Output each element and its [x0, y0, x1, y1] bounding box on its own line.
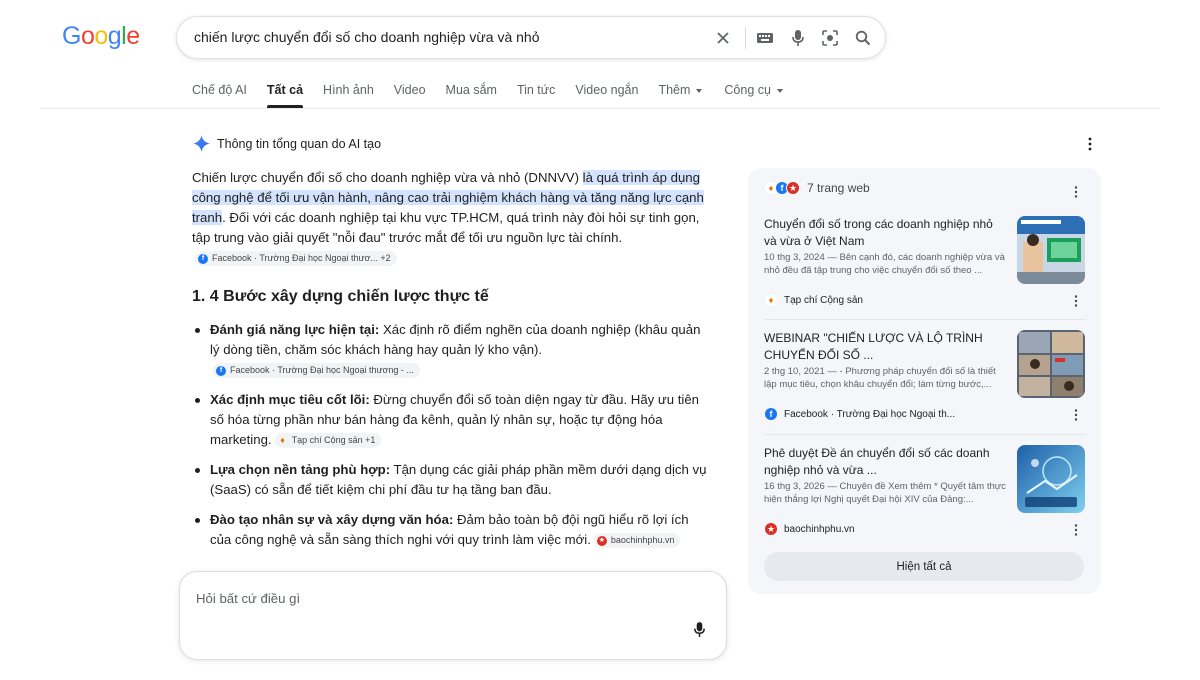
chevron-down-icon: [696, 88, 703, 93]
tab-news[interactable]: Tin tức: [517, 83, 555, 108]
list-item: Đánh giá năng lực hiện tại: Xác định rõ …: [192, 320, 712, 380]
citation-label: Facebook · Trường Đại học Ngoại thươ... …: [212, 253, 391, 264]
source-title[interactable]: WEBINAR "CHIẾN LƯỢC VÀ LỘ TRÌNH CHUYỂN Đ…: [764, 330, 1004, 364]
source-thumbnail[interactable]: [1017, 330, 1085, 398]
tab-label: Công cụ: [724, 83, 771, 97]
search-divider: [745, 27, 746, 49]
citation-label: baochinhphu.vn: [610, 535, 675, 546]
search-icon[interactable]: [852, 27, 874, 49]
citation-chip[interactable]: ★ baochinhphu.vn: [593, 533, 681, 549]
flame-icon: ♦: [280, 435, 285, 446]
tab-tools[interactable]: Công cụ: [724, 83, 783, 108]
source-site[interactable]: ★ baochinhphu.vn: [764, 522, 855, 536]
more-options-icon[interactable]: [1074, 185, 1078, 203]
facebook-icon: f: [198, 253, 208, 264]
search-box[interactable]: chiến lược chuyển đổi số cho doanh nghiệ…: [176, 16, 886, 59]
show-all-button[interactable]: Hiện tất cả: [764, 552, 1084, 581]
flame-icon: ♦: [764, 293, 778, 307]
tab-label: Video: [393, 83, 426, 97]
ask-placeholder: Hỏi bất cứ điều gì: [196, 591, 301, 606]
ai-overview-summary: Chiến lược chuyển đổi số cho doanh nghiệ…: [192, 168, 712, 268]
source-snippet: 2 thg 10, 2021 — - Phương pháp chuyển đổ…: [764, 366, 996, 390]
source-snippet: 16 thg 3, 2026 — Chuyên đề Xem thêm * Qu…: [764, 481, 1006, 505]
card-divider: [764, 434, 1086, 435]
more-options-icon[interactable]: [1074, 408, 1078, 426]
tab-ai-mode[interactable]: Chế độ AI: [192, 83, 247, 108]
list-item: Đào tạo nhân sự và xây dựng văn hóa: Đảm…: [192, 510, 712, 550]
facebook-icon: f: [216, 365, 226, 376]
tab-images[interactable]: Hình ảnh: [323, 83, 374, 108]
more-options-icon[interactable]: [1074, 523, 1078, 541]
facebook-icon: f: [764, 407, 778, 421]
ask-anything-input[interactable]: Hỏi bất cứ điều gì: [179, 571, 727, 660]
tab-label: Tin tức: [516, 83, 556, 97]
logo-letter: G: [62, 22, 81, 50]
more-options-icon[interactable]: [1088, 137, 1092, 156]
citation-chip[interactable]: ♦ Tạp chí Cộng sản +1: [274, 433, 382, 449]
source-site[interactable]: f Facebook · Trường Đại học Ngoại th...: [764, 407, 955, 421]
citation-chip[interactable]: f Facebook · Trường Đại học Ngoại thươ...…: [195, 251, 397, 267]
tab-more[interactable]: Thêm: [658, 83, 703, 108]
source-site-name: Tạp chí Cộng sản: [784, 294, 863, 306]
keyboard-icon[interactable]: [754, 27, 776, 49]
header-divider: [40, 108, 1160, 109]
source-site-name: Facebook · Trường Đại học Ngoại th...: [784, 408, 956, 420]
tab-label: Tất cả: [266, 83, 304, 97]
citation-chip[interactable]: f Facebook · Trường Đại học Ngoại thương …: [213, 363, 420, 379]
star-icon: ★: [764, 522, 778, 536]
bullet-title: Xác định mục tiêu cốt lõi:: [210, 392, 370, 407]
summary-text: Chiến lược chuyển đổi số cho doanh nghiệ…: [192, 170, 583, 185]
card-divider: [764, 319, 1086, 320]
tab-label: Video ngắn: [575, 83, 639, 97]
tab-label: Chế độ AI: [192, 83, 247, 97]
bullet-title: Đánh giá năng lực hiện tại:: [210, 322, 380, 337]
source-title[interactable]: Phê duyệt Đề án chuyển đổi số các doanh …: [764, 445, 1004, 479]
clear-icon[interactable]: [712, 27, 734, 49]
source-thumbnail[interactable]: [1017, 445, 1085, 513]
source-snippet: 10 thg 3, 2024 — Bên cạnh đó, các doanh …: [764, 252, 1005, 276]
list-item: Lựa chọn nền tảng phù hợp: Tận dụng các …: [192, 460, 712, 500]
tab-label: Mua sắm: [445, 83, 497, 97]
citation-label: Tạp chí Cộng sản +1: [291, 435, 376, 446]
source-site[interactable]: ♦ Tạp chí Cộng sản: [764, 293, 863, 307]
logo-letter: g: [107, 22, 122, 50]
logo-letter: e: [126, 22, 140, 50]
logo-letter: o: [94, 22, 108, 50]
sources-header[interactable]: ♦ f ★ 7 trang web: [764, 181, 870, 195]
camera-lens-icon[interactable]: [819, 27, 841, 49]
ai-overview-title: Thông tin tổng quan do AI tạo: [217, 136, 382, 151]
bullet-title: Lựa chọn nền tảng phù hợp:: [210, 462, 391, 477]
google-logo[interactable]: Google: [62, 22, 140, 51]
list-item: Xác định mục tiêu cốt lõi: Đừng chuyển đ…: [192, 390, 712, 450]
sources-panel: ♦ f ★ 7 trang web Chuyển đổi số trong cá…: [748, 168, 1101, 594]
tab-shopping[interactable]: Mua sắm: [446, 83, 497, 108]
gemini-sparkle-icon: [193, 135, 210, 152]
search-input[interactable]: chiến lược chuyển đổi số cho doanh nghiệ…: [194, 29, 540, 45]
tab-short-videos[interactable]: Video ngắn: [575, 83, 638, 108]
search-tabs: Chế độ AI Tất cả Hình ảnh Video Mua sắm …: [192, 83, 803, 108]
microphone-icon[interactable]: [693, 621, 706, 643]
star-icon: ★: [786, 181, 800, 195]
more-options-icon[interactable]: [1074, 294, 1078, 312]
tab-video[interactable]: Video: [394, 83, 426, 108]
tab-all[interactable]: Tất cả: [266, 83, 304, 108]
source-thumbnail[interactable]: [1017, 216, 1085, 284]
source-site-name: baochinhphu.vn: [784, 523, 855, 535]
ai-overview-header: Thông tin tổng quan do AI tạo: [193, 135, 381, 152]
bullet-title: Đào tạo nhân sự và xây dựng văn hóa:: [210, 512, 454, 527]
microphone-icon[interactable]: [787, 27, 809, 49]
logo-letter: o: [80, 22, 95, 50]
chevron-down-icon: [776, 88, 783, 93]
steps-list: Đánh giá năng lực hiện tại: Xác định rõ …: [192, 320, 712, 560]
tab-label: Hình ảnh: [323, 83, 374, 97]
star-icon: ★: [596, 535, 607, 546]
citation-label: Facebook · Trường Đại học Ngoại thương -…: [230, 365, 414, 376]
summary-text: . Đối với các doanh nghiệp tại khu vực T…: [192, 210, 700, 245]
source-title[interactable]: Chuyển đổi số trong các doanh nghiệp nhỏ…: [764, 216, 1004, 250]
section-heading: 1. 4 Bước xây dựng chiến lược thực tế: [192, 288, 489, 305]
tab-label: Thêm: [658, 83, 691, 97]
sources-count: 7 trang web: [807, 181, 870, 195]
